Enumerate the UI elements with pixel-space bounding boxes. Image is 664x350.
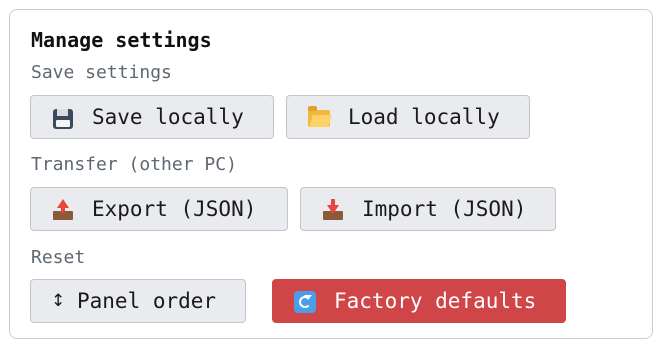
panel-title: Manage settings — [31, 28, 212, 52]
load-locally-button[interactable]: Load locally — [286, 95, 530, 139]
panel-order-label: Panel order — [77, 289, 217, 313]
save-settings-label: Save settings — [31, 62, 172, 83]
outbox-tray-icon — [51, 197, 75, 222]
inbox-tray-icon — [321, 197, 345, 222]
load-locally-label: Load locally — [348, 105, 500, 129]
export-json-button[interactable]: Export (JSON) — [30, 187, 288, 231]
export-json-label: Export (JSON) — [92, 197, 257, 221]
factory-defaults-label: Factory defaults — [334, 289, 537, 313]
save-locally-label: Save locally — [92, 105, 244, 129]
up-down-arrow-icon: ↕ — [51, 291, 66, 311]
factory-defaults-button[interactable]: Factory defaults — [272, 279, 566, 323]
manage-settings-panel: Manage settings Save settings Save local… — [9, 9, 653, 339]
transfer-label: Transfer (other PC) — [31, 154, 237, 175]
reset-label: Reset — [31, 247, 86, 268]
floppy-disk-icon — [51, 105, 75, 129]
refresh-icon — [293, 289, 317, 314]
save-locally-button[interactable]: Save locally — [30, 95, 274, 139]
panel-order-button[interactable]: ↕ Panel order — [30, 279, 246, 323]
import-json-label: Import (JSON) — [362, 197, 527, 221]
open-folder-icon — [307, 105, 331, 129]
import-json-button[interactable]: Import (JSON) — [300, 187, 556, 231]
